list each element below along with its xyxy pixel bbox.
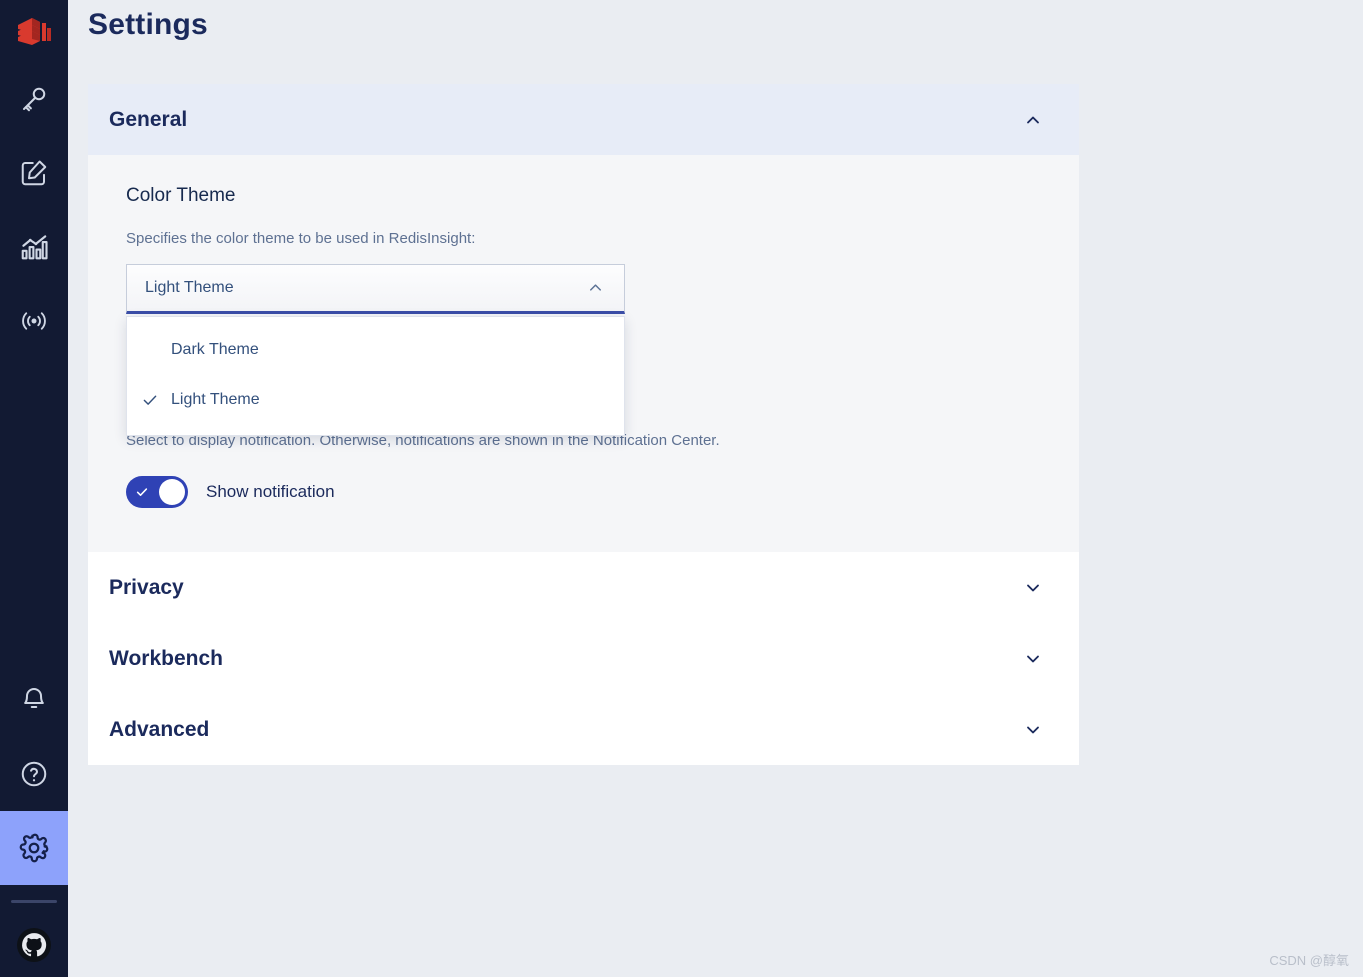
- accordion-title-general: General: [109, 107, 188, 131]
- accordion-header-general[interactable]: General: [88, 84, 1079, 155]
- accordion-workbench: Workbench: [88, 623, 1079, 694]
- sidebar-item-browser[interactable]: [0, 62, 68, 136]
- accordion-header-workbench[interactable]: Workbench: [88, 623, 1079, 694]
- key-icon: [19, 84, 49, 114]
- accordion-title-advanced: Advanced: [109, 717, 210, 741]
- settings-accordion-list: General Color Theme Specifies the color …: [88, 84, 1079, 765]
- show-notification-label: Show notification: [206, 482, 335, 501]
- sidebar-item-notifications[interactable]: [0, 663, 68, 737]
- watermark: CSDN @醇氧: [1269, 953, 1349, 968]
- sidebar-item-github[interactable]: [0, 917, 68, 977]
- sidebar-item-pub-sub[interactable]: [0, 284, 68, 358]
- main-content: Settings General Color Theme Specifies t…: [68, 0, 1363, 977]
- edit-square-icon: [19, 158, 49, 188]
- broadcast-icon: [19, 306, 49, 336]
- sidebar-divider: [11, 900, 57, 903]
- accordion-privacy: Privacy: [88, 552, 1079, 623]
- sidebar-item-workbench[interactable]: [0, 136, 68, 210]
- color-theme-title: Color Theme: [126, 185, 236, 206]
- sidebar: [0, 0, 68, 977]
- page-title: Settings: [88, 8, 208, 41]
- show-notification-row: Show notification: [126, 476, 1041, 508]
- accordion-general: General Color Theme Specifies the color …: [88, 84, 1079, 552]
- check-icon: [141, 391, 163, 409]
- sidebar-item-settings[interactable]: [0, 811, 68, 885]
- accordion-header-privacy[interactable]: Privacy: [88, 552, 1079, 623]
- bell-icon: [19, 685, 49, 715]
- sidebar-nav-top: [0, 62, 68, 358]
- check-icon: [135, 485, 149, 499]
- sidebar-nav-bottom: [0, 663, 68, 977]
- color-theme-option-label: Light Theme: [171, 391, 260, 408]
- chevron-up-icon[interactable]: [586, 278, 606, 298]
- chevron-down-icon[interactable]: [1023, 578, 1043, 598]
- color-theme-dropdown-menu: Dark Theme Light Theme: [126, 316, 625, 436]
- toggle-knob: [159, 479, 185, 505]
- color-theme-option-dark[interactable]: Dark Theme: [127, 325, 624, 375]
- settings-page: Settings General Color Theme Specifies t…: [0, 0, 1363, 977]
- redis-logo[interactable]: [0, 0, 68, 62]
- question-circle-icon: [19, 759, 49, 789]
- chevron-up-icon[interactable]: [1023, 110, 1043, 130]
- color-theme-description: Specifies the color theme to be used in …: [126, 230, 476, 247]
- color-theme-option-label: Dark Theme: [171, 341, 259, 358]
- color-theme-option-light[interactable]: Light Theme: [127, 375, 624, 425]
- color-theme-select[interactable]: Light Theme: [126, 264, 625, 314]
- color-theme-selected-value: Light Theme: [145, 279, 234, 296]
- show-notification-toggle[interactable]: [126, 476, 188, 508]
- chevron-down-icon[interactable]: [1023, 720, 1043, 740]
- accordion-title-workbench: Workbench: [109, 646, 223, 670]
- sidebar-item-help[interactable]: [0, 737, 68, 811]
- color-theme-select-wrapper: Light Theme Dark Theme Light Theme: [126, 264, 625, 436]
- accordion-advanced: Advanced: [88, 694, 1079, 765]
- gear-icon: [18, 832, 50, 864]
- sidebar-item-analysis-tools[interactable]: [0, 210, 68, 284]
- accordion-body-general: Color Theme Specifies the color theme to…: [88, 155, 1079, 552]
- accordion-title-privacy: Privacy: [109, 575, 184, 599]
- accordion-header-advanced[interactable]: Advanced: [88, 694, 1079, 765]
- github-icon: [17, 927, 51, 967]
- bar-chart-icon: [19, 232, 49, 262]
- chevron-down-icon[interactable]: [1023, 649, 1043, 669]
